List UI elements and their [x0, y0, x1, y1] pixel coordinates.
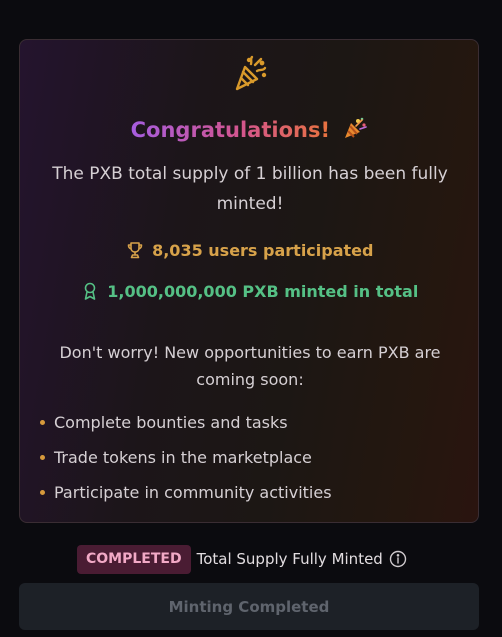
bullet-dot: [40, 420, 45, 425]
congratulations-card: Congratulations! The PXB total supply of…: [19, 39, 479, 523]
congratulations-heading: Congratulations!: [20, 115, 478, 145]
opportunity-text: Trade tokens in the marketplace: [54, 448, 312, 467]
list-item: Participate in community activities: [40, 478, 460, 513]
users-participated-stat: 8,035 users participated: [20, 239, 478, 263]
bullet-dot: [40, 455, 45, 460]
minted-total-stat: 1,000,000,000 PXB minted in total: [20, 280, 478, 304]
minting-status: COMPLETED Total Supply Fully Minted: [77, 544, 407, 574]
trophy-icon: [127, 242, 142, 259]
opportunities-message: Don't worry! New opportunities to earn P…: [59, 343, 441, 389]
party-popper-icon: [235, 55, 267, 91]
status-label: Total Supply Fully Minted: [196, 550, 383, 568]
info-icon[interactable]: [389, 550, 407, 568]
opportunities-list: Complete bounties and tasks Trade tokens…: [40, 408, 460, 513]
bullet-dot: [40, 490, 45, 495]
minting-completed-button[interactable]: Minting Completed: [19, 583, 479, 630]
opportunity-text: Complete bounties and tasks: [54, 413, 288, 432]
status-badge: COMPLETED: [77, 544, 191, 574]
list-item: Complete bounties and tasks: [40, 408, 460, 443]
award-ribbon-icon: [84, 282, 95, 300]
congratulations-title: Congratulations!: [130, 118, 331, 142]
party-popper-emoji-icon: [345, 117, 368, 138]
supply-message: The PXB total supply of 1 billion has be…: [52, 164, 448, 214]
users-participated-text: 8,035 users participated: [152, 241, 374, 260]
opportunity-text: Participate in community activities: [54, 483, 332, 502]
list-item: Trade tokens in the marketplace: [40, 443, 460, 478]
minted-total-text: 1,000,000,000 PXB minted in total: [107, 282, 419, 301]
